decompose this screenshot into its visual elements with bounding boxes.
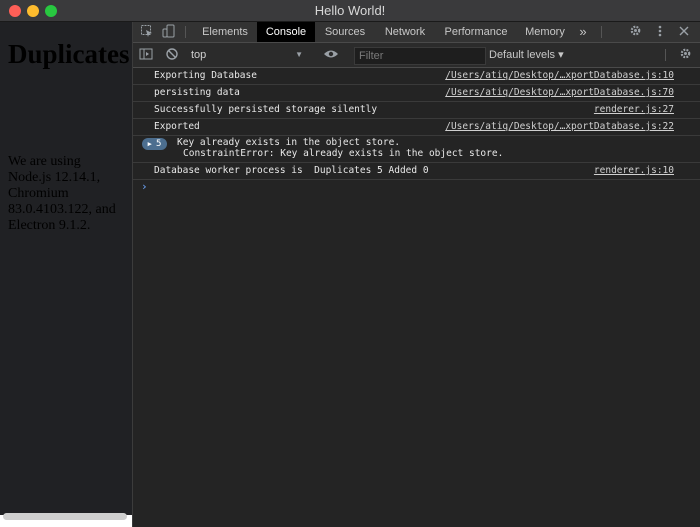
devtools-tab-bar: Elements Console Sources Network Perform… bbox=[133, 22, 700, 43]
settings-gear-icon[interactable] bbox=[627, 24, 643, 40]
console-message: Exporting Database /Users/atiq/Desktop/…… bbox=[133, 68, 700, 85]
app-window: Hello World! Duplicates 5 Added 0 We are… bbox=[0, 0, 700, 527]
repeat-count-badge: ▶ 5 bbox=[142, 138, 167, 150]
context-value: top bbox=[191, 49, 207, 61]
toolbar-separator bbox=[185, 26, 186, 38]
message-text: persisting data bbox=[154, 87, 240, 98]
error-detail-text: ConstraintError: Key already exists in t… bbox=[183, 148, 504, 159]
chevron-down-icon: ▼ bbox=[295, 50, 303, 59]
page-content: Duplicates 5 Added 0 We are using Node.j… bbox=[0, 22, 133, 527]
close-devtools-icon[interactable] bbox=[676, 24, 692, 40]
toolbar-separator bbox=[601, 26, 602, 38]
more-options-icon[interactable] bbox=[652, 24, 668, 40]
source-link[interactable]: /Users/atiq/Desktop/…xportDatabase.js:10 bbox=[445, 70, 674, 81]
console-message: persisting data /Users/atiq/Desktop/…xpo… bbox=[133, 85, 700, 102]
message-text: Exported bbox=[154, 121, 200, 132]
console-error-group[interactable]: ▶ 5 Key already exists in the object sto… bbox=[133, 136, 700, 163]
log-levels-dropdown[interactable]: Default levels ▾ bbox=[489, 46, 564, 64]
clear-console-icon[interactable] bbox=[164, 47, 180, 63]
console-message: Database worker process is Duplicates 5 … bbox=[133, 163, 700, 180]
page-paragraph: We are using Node.js 12.14.1, Chromium 8… bbox=[8, 154, 116, 233]
tab-memory[interactable]: Memory bbox=[519, 22, 571, 42]
tab-network[interactable]: Network bbox=[377, 22, 433, 42]
tab-performance[interactable]: Performance bbox=[437, 22, 515, 42]
message-text: Successfully persisted storage silently bbox=[154, 104, 378, 115]
inspect-element-icon[interactable] bbox=[139, 24, 155, 40]
devtools-panel: Elements Console Sources Network Perform… bbox=[133, 22, 700, 527]
filter-input[interactable]: Filter bbox=[354, 47, 486, 65]
title-bar: Hello World! bbox=[0, 0, 700, 22]
repeat-count: 5 bbox=[156, 139, 162, 149]
console-log: Exporting Database /Users/atiq/Desktop/…… bbox=[133, 68, 700, 527]
console-message: Exported /Users/atiq/Desktop/…xportDatab… bbox=[133, 119, 700, 136]
toolbar-separator bbox=[665, 49, 666, 61]
source-link[interactable]: /Users/atiq/Desktop/…xportDatabase.js:22 bbox=[445, 121, 674, 132]
console-prompt[interactable]: › bbox=[141, 180, 148, 193]
page-heading: Duplicates 5 Added 0 bbox=[8, 39, 132, 69]
tab-elements[interactable]: Elements bbox=[193, 22, 257, 42]
source-link[interactable]: /Users/atiq/Desktop/…xportDatabase.js:70 bbox=[445, 87, 674, 98]
show-sidebar-icon[interactable] bbox=[138, 47, 154, 63]
console-settings-gear-icon[interactable] bbox=[677, 47, 693, 63]
more-tabs-button[interactable]: » bbox=[575, 22, 591, 42]
message-text: Key already exists in the object store. bbox=[177, 137, 401, 148]
console-toolbar: top ▼ Filter Default levels ▾ bbox=[133, 43, 700, 68]
expand-arrow-icon: ▶ bbox=[147, 140, 156, 148]
eye-icon[interactable] bbox=[323, 47, 339, 63]
source-link[interactable]: renderer.js:10 bbox=[594, 165, 674, 176]
tab-console[interactable]: Console bbox=[257, 22, 315, 42]
window-title: Hello World! bbox=[314, 3, 386, 18]
context-selector[interactable]: top ▼ bbox=[191, 46, 307, 64]
message-text: Exporting Database bbox=[154, 70, 257, 81]
tab-sources[interactable]: Sources bbox=[317, 22, 373, 42]
message-text: Database worker process is Duplicates 5 … bbox=[154, 165, 429, 176]
horizontal-scrollbar[interactable] bbox=[3, 513, 127, 520]
device-toolbar-icon[interactable] bbox=[161, 24, 177, 40]
console-message: Successfully persisted storage silently … bbox=[133, 102, 700, 119]
source-link[interactable]: renderer.js:27 bbox=[594, 104, 674, 115]
